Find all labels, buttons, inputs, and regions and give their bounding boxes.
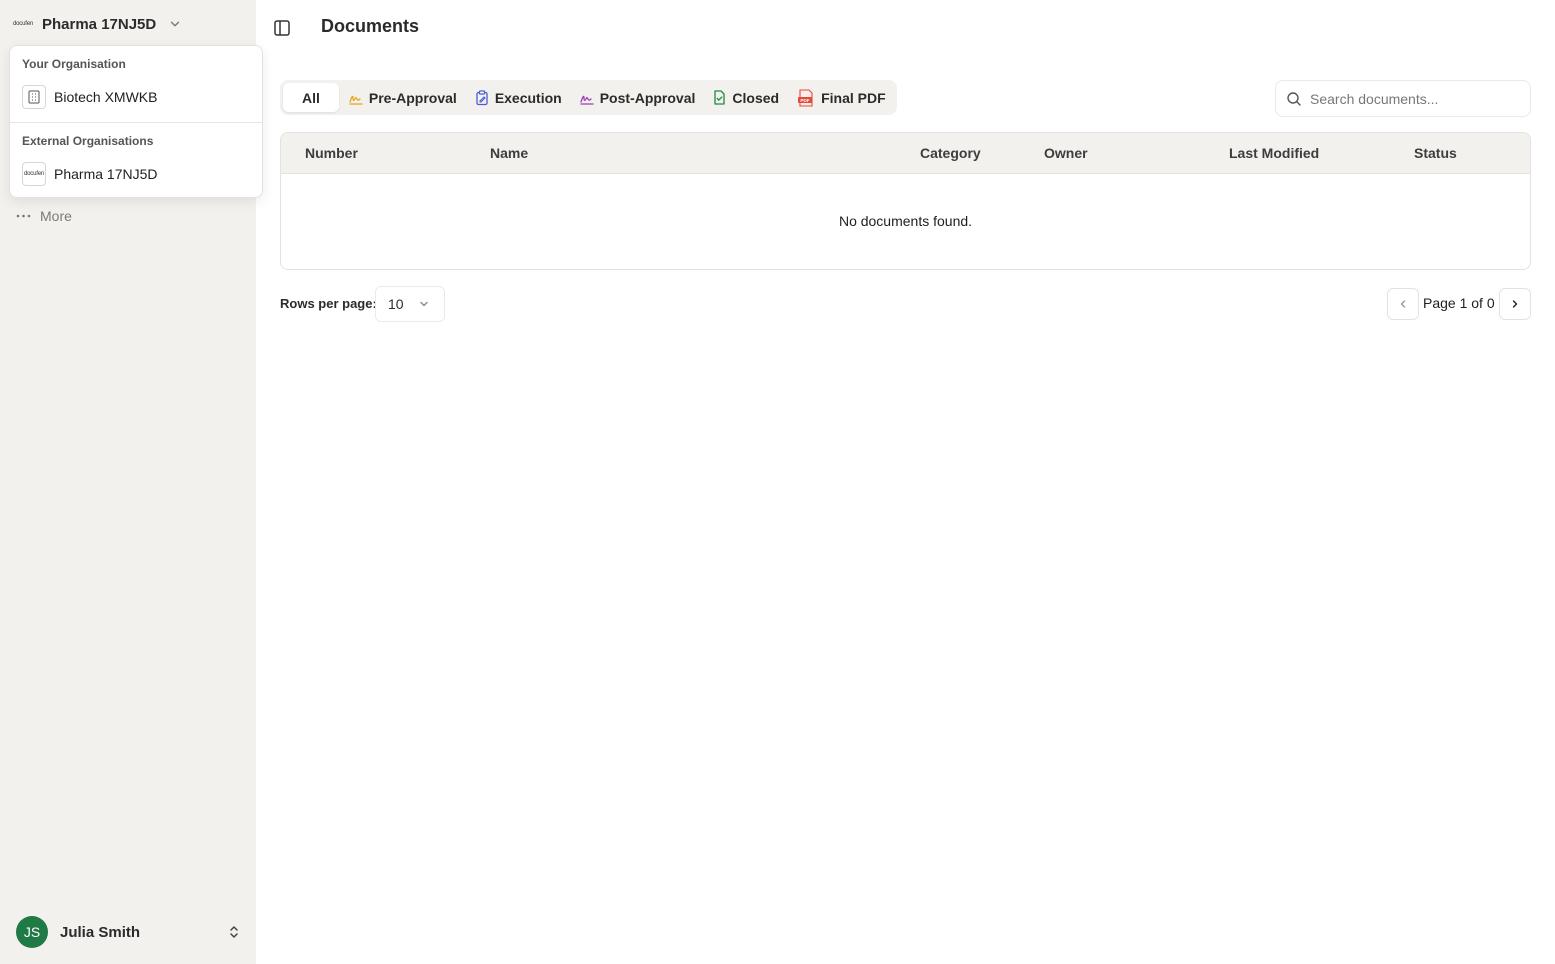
rows-per-page-select[interactable]: 10 (375, 286, 445, 322)
column-header-status[interactable]: Status (1414, 145, 1457, 161)
building-icon (22, 85, 46, 109)
column-header-number[interactable]: Number (305, 145, 358, 161)
user-menu[interactable]: JS Julia Smith (16, 916, 242, 948)
empty-state-message: No documents found. (838, 213, 973, 229)
column-header-category[interactable]: Category (920, 145, 981, 161)
tab-label: Post-Approval (599, 89, 696, 106)
sidebar-item-more[interactable]: More (16, 206, 72, 226)
page-indicator: Page 1 of 0 (1423, 295, 1495, 311)
pdf-icon: PDF (798, 88, 813, 107)
column-header-name[interactable]: Name (490, 145, 528, 161)
file-check-icon (714, 90, 726, 105)
sidebar-item-label: More (40, 208, 72, 224)
previous-page-button[interactable] (1387, 288, 1419, 320)
tab-label: Pre-Approval (368, 89, 457, 106)
tab-all[interactable]: All (283, 83, 339, 112)
rows-per-page-value: 10 (388, 296, 404, 312)
signature-icon (349, 95, 363, 105)
tab-execution[interactable]: Execution (467, 83, 570, 112)
tab-closed[interactable]: Closed (705, 83, 787, 112)
org-option-label: Biotech XMWKB (54, 89, 158, 105)
next-page-button[interactable] (1499, 288, 1531, 320)
tab-pre-approval[interactable]: Pre-Approval (341, 83, 465, 112)
page-title: Documents (321, 16, 420, 36)
chevrons-up-down-icon (230, 926, 238, 938)
tab-final-pdf[interactable]: PDF Final PDF (789, 83, 894, 112)
search-input[interactable] (1310, 90, 1510, 107)
org-switcher-name: Pharma 17NJ5D (42, 15, 157, 33)
user-name: Julia Smith (60, 923, 141, 941)
column-header-owner[interactable]: Owner (1044, 145, 1088, 161)
org-option-label: Pharma 17NJ5D (54, 166, 158, 182)
chevron-down-icon (171, 21, 180, 27)
status-tabs: All Pre-Approval Execution Post-Approval… (280, 80, 897, 115)
search-icon (1287, 91, 1301, 106)
table-header: Number Name Category Owner Last Modified… (281, 133, 1530, 174)
org-logo: docufen (13, 21, 33, 27)
chevron-left-icon (1400, 300, 1406, 308)
svg-text:PDF: PDF (801, 97, 810, 102)
tab-post-approval[interactable]: Post-Approval (572, 83, 704, 112)
tab-label: Final PDF (821, 89, 886, 106)
clipboard-pen-icon (476, 89, 488, 105)
avatar: JS (16, 916, 48, 948)
search-box (1275, 80, 1531, 117)
signature-icon (580, 95, 594, 105)
org-option-pharma[interactable]: docufen Pharma 17NJ5D (18, 158, 254, 190)
column-header-last-modified[interactable]: Last Modified (1229, 145, 1319, 161)
tab-label: Execution (494, 89, 562, 106)
tab-label: All (302, 89, 320, 106)
rows-per-page-label: Rows per page: (280, 296, 377, 311)
tab-label: Closed (732, 89, 780, 106)
org-dropdown: Your Organisation Biotech XMWKB External… (9, 45, 263, 198)
external-orgs-heading: External Organisations (22, 134, 154, 148)
chevron-down-icon (420, 301, 428, 307)
chevron-right-icon (1512, 300, 1518, 308)
divider (10, 122, 262, 123)
org-logo: docufen (22, 162, 46, 186)
documents-table: Number Name Category Owner Last Modified… (280, 132, 1531, 270)
ellipsis-icon (16, 214, 31, 218)
your-org-heading: Your Organisation (22, 57, 126, 71)
sidebar-toggle-icon[interactable] (272, 18, 292, 38)
org-option-biotech[interactable]: Biotech XMWKB (18, 81, 254, 113)
org-switcher[interactable]: docufen Pharma 17NJ5D (12, 10, 182, 38)
